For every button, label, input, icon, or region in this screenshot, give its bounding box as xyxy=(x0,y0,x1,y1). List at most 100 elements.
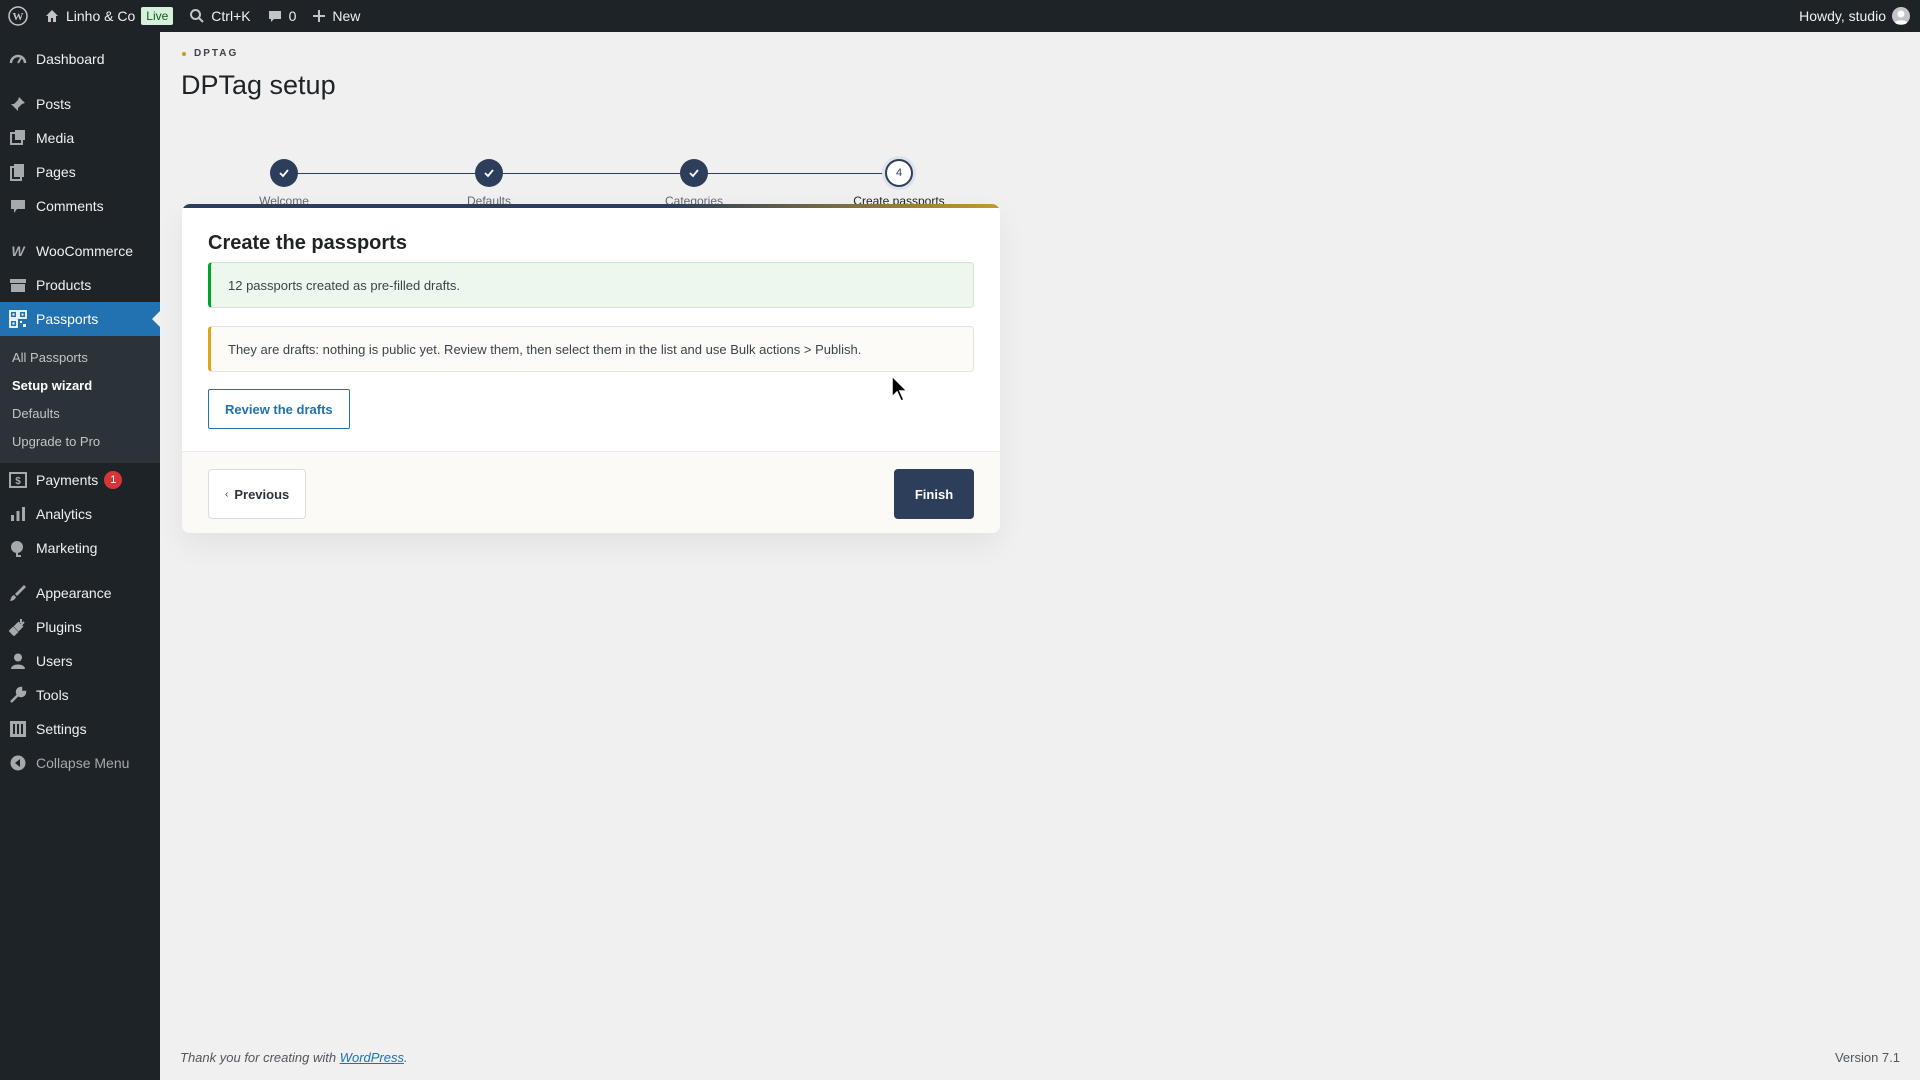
footer-version: Version 7.1 xyxy=(1834,1050,1900,1065)
sidebar-item-settings[interactable]: Settings xyxy=(0,712,160,746)
footer-thanks-suffix: . xyxy=(404,1050,408,1065)
live-badge: Live xyxy=(141,7,174,25)
sidebar-item-payments[interactable]: $ Payments 1 xyxy=(0,463,160,497)
search-shortcut: Ctrl+K xyxy=(211,8,251,24)
settings-icon xyxy=(8,719,28,739)
sidebar-item-label: Dashboard xyxy=(36,51,105,67)
collapse-icon xyxy=(8,753,28,773)
sidebar-item-plugins[interactable]: Plugins xyxy=(0,610,160,644)
svg-text:W: W xyxy=(11,243,26,259)
plugin-eyebrow: DPTAG xyxy=(182,48,238,59)
previous-button[interactable]: ‹ Previous xyxy=(208,469,307,519)
card-footer: ‹ Previous Finish xyxy=(182,451,1000,533)
bar-chart-icon xyxy=(8,504,28,524)
sidebar-item-label: Media xyxy=(36,130,75,146)
comment-icon xyxy=(267,8,283,24)
sidebar-item-tools[interactable]: Tools xyxy=(0,678,160,712)
sidebar-item-passports[interactable]: Passports xyxy=(0,302,160,336)
passports-submenu: All Passports Setup wizard Defaults Upgr… xyxy=(0,336,160,463)
brush-icon xyxy=(8,583,28,603)
step-create-passports[interactable]: 4 Create passports xyxy=(819,159,979,208)
sidebar-item-products[interactable]: Products xyxy=(0,268,160,302)
review-drafts-button[interactable]: Review the drafts xyxy=(208,389,350,429)
plus-icon xyxy=(312,9,326,23)
pages-icon xyxy=(8,162,28,182)
sidebar-item-dashboard[interactable]: Dashboard xyxy=(0,42,160,76)
comments-count: 0 xyxy=(288,8,297,24)
sidebar-item-label: Analytics xyxy=(36,506,93,522)
sidebar-item-posts[interactable]: Posts xyxy=(0,87,160,121)
step-defaults[interactable]: Defaults xyxy=(409,159,569,208)
media-icon xyxy=(8,128,28,148)
wizard-card: Create the passports 12 passports create… xyxy=(182,204,1000,533)
sidebar-item-users[interactable]: Users xyxy=(0,644,160,678)
sidebar-item-appearance[interactable]: Appearance xyxy=(0,576,160,610)
sidebar-item-media[interactable]: Media xyxy=(0,121,160,155)
sidebar-item-analytics[interactable]: Analytics xyxy=(0,497,160,531)
wordpress-link[interactable]: WordPress xyxy=(340,1050,404,1065)
collapse-menu-button[interactable]: Collapse Menu xyxy=(0,746,160,780)
svg-text:$: $ xyxy=(15,476,21,487)
card-title: Create the passports xyxy=(208,232,407,254)
sidebar-item-label: Tools xyxy=(36,687,69,703)
sidebar-item-label: Comments xyxy=(36,198,104,214)
account-menu[interactable]: Howdy, studio xyxy=(1799,7,1920,25)
sidebar-item-label: Collapse Menu xyxy=(36,755,130,771)
finish-button[interactable]: Finish xyxy=(894,469,974,519)
sidebar-item-label: Payments xyxy=(36,472,99,488)
dollar-icon: $ xyxy=(8,470,28,490)
check-icon xyxy=(680,159,708,187)
submenu-all-passports[interactable]: All Passports xyxy=(0,343,160,371)
search-icon xyxy=(189,8,205,24)
megaphone-icon xyxy=(8,538,28,558)
step-categories[interactable]: Categories xyxy=(614,159,774,208)
sidebar-item-label: Plugins xyxy=(36,619,82,635)
admin-sidebar: Dashboard Posts Media Pages Comments W W… xyxy=(0,32,160,1080)
eyebrow-dot xyxy=(182,51,186,56)
new-content-link[interactable]: New xyxy=(304,0,368,32)
success-notice: 12 passports created as pre-filled draft… xyxy=(208,262,974,308)
step-welcome[interactable]: Welcome xyxy=(204,159,364,208)
new-label: New xyxy=(332,8,361,24)
page-title: DPTag setup xyxy=(181,70,336,100)
howdy-text: Howdy, studio xyxy=(1799,8,1886,24)
footer-thanks-text: Thank you for creating with xyxy=(180,1050,340,1065)
wrench-icon xyxy=(8,685,28,705)
svg-text:W: W xyxy=(13,11,24,23)
site-name-link[interactable]: Linho & Co Live xyxy=(36,0,181,32)
sidebar-item-woocommerce[interactable]: W WooCommerce xyxy=(0,234,160,268)
command-palette-button[interactable]: Ctrl+K xyxy=(181,0,258,32)
step-number: 4 xyxy=(885,159,913,187)
user-icon xyxy=(8,651,28,671)
submenu-upgrade-to-pro[interactable]: Upgrade to Pro xyxy=(0,427,160,455)
archive-icon xyxy=(8,275,28,295)
admin-bar: W Linho & Co Live Ctrl+K 0 New Howdy, st… xyxy=(0,0,1920,32)
sidebar-item-label: Posts xyxy=(36,96,72,112)
previous-label: Previous xyxy=(234,486,290,502)
sidebar-item-label: WooCommerce xyxy=(36,243,133,259)
dashboard-icon xyxy=(8,49,28,69)
qr-grid-icon xyxy=(8,309,28,329)
wordpress-logo-icon[interactable]: W xyxy=(0,0,36,32)
sidebar-item-label: Marketing xyxy=(36,540,98,556)
payments-badge: 1 xyxy=(104,471,123,489)
comments-link[interactable]: 0 xyxy=(259,0,305,32)
submenu-defaults[interactable]: Defaults xyxy=(0,399,160,427)
sidebar-item-pages[interactable]: Pages xyxy=(0,155,160,189)
stepper-line xyxy=(284,173,900,174)
sidebar-item-label: Users xyxy=(36,653,73,669)
sidebar-item-label: Products xyxy=(36,277,92,293)
sidebar-item-comments[interactable]: Comments xyxy=(0,189,160,223)
pin-icon xyxy=(8,94,28,114)
sidebar-item-label: Appearance xyxy=(36,585,112,601)
check-icon xyxy=(270,159,298,187)
sidebar-item-label: Passports xyxy=(36,311,99,327)
submenu-setup-wizard[interactable]: Setup wizard xyxy=(0,371,160,399)
sidebar-item-label: Pages xyxy=(36,164,76,180)
main-content: DPTAG DPTag setup Welcome Defaults Categ… xyxy=(160,32,1920,1080)
site-name: Linho & Co xyxy=(66,8,136,24)
woocommerce-icon: W xyxy=(8,241,28,261)
card-accent-bar xyxy=(182,204,1000,208)
sidebar-item-marketing[interactable]: Marketing xyxy=(0,531,160,565)
check-icon xyxy=(475,159,503,187)
